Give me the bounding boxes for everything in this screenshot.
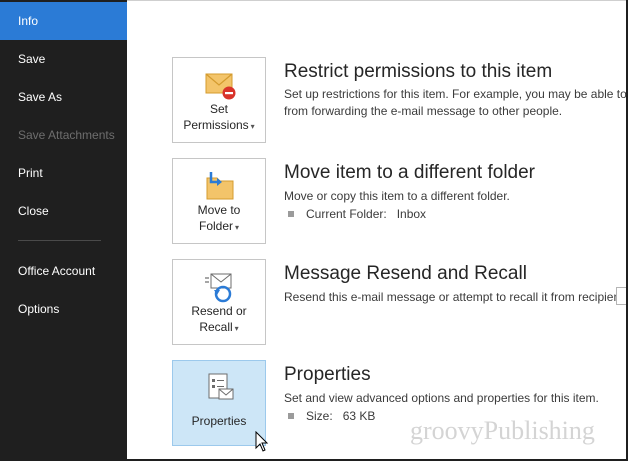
panel-top-border xyxy=(127,0,628,1)
envelope-restrict-icon xyxy=(205,73,236,100)
nav-item-save-attachments: Save Attachments xyxy=(18,128,115,142)
nav-item-print[interactable]: Print xyxy=(0,154,127,192)
chevron-down-icon: ▾ xyxy=(234,324,239,333)
resend-recall-label-2: Recall ▾ xyxy=(199,320,239,334)
nav-item-options[interactable]: Options xyxy=(0,290,127,328)
move-to-folder-label-1: Move to xyxy=(197,203,241,217)
properties-label: Properties xyxy=(191,414,247,428)
resend-recall-icon xyxy=(205,273,232,303)
watermark: groovyPublishing xyxy=(410,416,595,445)
size-row: Size: 63 KB xyxy=(288,409,375,423)
size-label: Size: xyxy=(306,409,333,423)
properties-button[interactable]: Properties xyxy=(172,360,266,446)
properties-title: Properties xyxy=(284,364,371,385)
current-folder-value: Inbox xyxy=(396,207,427,221)
size-value: 63 KB xyxy=(342,409,376,423)
mouse-cursor-icon xyxy=(255,431,269,452)
folder-move-icon xyxy=(206,172,234,200)
restrict-permissions-desc-1: Set up restrictions for this item. For e… xyxy=(284,87,627,101)
resend-recall-desc: Resend this e-mail message or attempt to… xyxy=(284,290,628,304)
move-to-folder-label-2: Folder ▾ xyxy=(198,219,240,233)
expand-arrow[interactable] xyxy=(616,287,626,305)
nav-item-save[interactable]: Save xyxy=(0,40,127,78)
move-to-folder-button[interactable]: Move to Folder ▾ xyxy=(172,158,266,244)
bullet-icon xyxy=(288,210,294,217)
resend-recall-label-1: Resend or xyxy=(191,304,247,318)
properties-desc: Set and view advanced options and proper… xyxy=(284,391,599,405)
nav-item-office-account[interactable]: Office Account xyxy=(0,252,127,290)
chevron-down-icon: ▾ xyxy=(250,122,255,131)
set-permissions-label-1: Set xyxy=(209,102,228,116)
move-item-title: Move item to a different folder xyxy=(284,162,535,183)
set-permissions-button[interactable]: Set Permissions ▾ xyxy=(172,57,266,143)
resend-recall-title: Message Resend and Recall xyxy=(284,263,527,284)
restrict-permissions-title: Restrict permissions to this item xyxy=(284,61,553,82)
resend-recall-button[interactable]: Resend or Recall ▾ xyxy=(172,259,266,345)
current-folder-label: Current Folder: xyxy=(306,207,387,221)
chevron-down-icon: ▾ xyxy=(235,223,240,232)
nav-item-info[interactable]: Info xyxy=(0,2,127,40)
restrict-permissions-desc-2: from forwarding the e-mail message to ot… xyxy=(284,104,563,118)
nav-item-close[interactable]: Close xyxy=(0,192,127,230)
properties-icon xyxy=(208,373,234,400)
set-permissions-label-2: Permissions ▾ xyxy=(183,118,255,132)
move-item-desc: Move or copy this item to a different fo… xyxy=(284,189,510,203)
nav-divider xyxy=(18,240,101,241)
bullet-icon xyxy=(288,412,294,419)
current-folder-row: Current Folder: Inbox xyxy=(288,207,426,221)
nav-item-save-as[interactable]: Save As xyxy=(0,78,127,116)
backstage-sidebar: Info Save Save As Save Attachments Print… xyxy=(0,0,127,461)
